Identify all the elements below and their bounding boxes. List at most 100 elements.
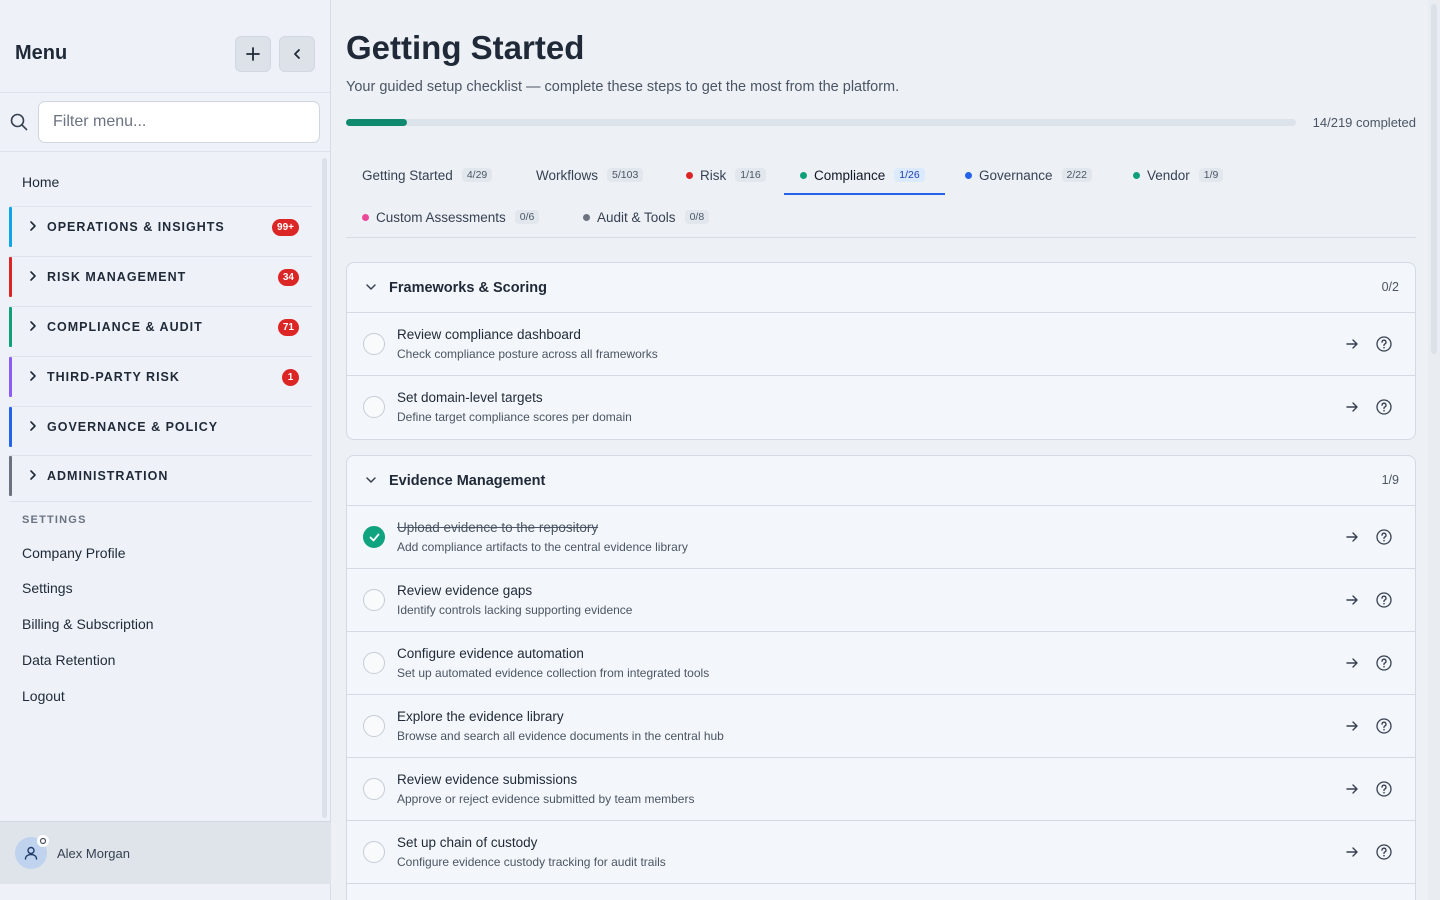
- status-dot: [965, 171, 972, 179]
- arrow-right-icon[interactable]: [1345, 719, 1359, 733]
- tab-vendor[interactable]: Vendor 1/9: [1133, 165, 1224, 185]
- arrow-right-icon[interactable]: [1345, 530, 1359, 544]
- filter-menu-input[interactable]: [38, 101, 320, 143]
- sidebar-item-data-retention[interactable]: Data Retention: [22, 652, 115, 668]
- help-circle-icon[interactable]: [1375, 780, 1393, 798]
- item-title: Set domain-level targets: [397, 390, 543, 405]
- sidebar: Menu Home OPERATIONS & INSIGHTS 99+ RISK…: [0, 0, 331, 900]
- tab-label: Compliance: [814, 167, 886, 183]
- item-title: Review compliance dashboard: [397, 327, 581, 342]
- progress-text: 14/219 completed: [1312, 115, 1416, 130]
- main-scrollbar[interactable]: [1428, 0, 1440, 900]
- checklist-item: Set up chain of custody Configure eviden…: [347, 821, 1415, 884]
- status-dot: [362, 213, 369, 221]
- chevron-down-icon: [366, 284, 376, 290]
- checkbox[interactable]: [363, 652, 385, 674]
- avatar[interactable]: [15, 835, 49, 869]
- arrow-right-icon[interactable]: [1345, 593, 1359, 607]
- checklist-item: Explore the evidence library Browse and …: [347, 695, 1415, 758]
- help-circle-icon[interactable]: [1375, 843, 1393, 861]
- tab-count: 4/29: [461, 168, 493, 182]
- sidebar-title: Menu: [15, 42, 68, 64]
- arrow-right-icon[interactable]: [1345, 845, 1359, 859]
- tab-count: 5/103: [607, 168, 644, 182]
- item-description: Approve or reject evidence submitted by …: [397, 792, 695, 806]
- arrow-right-icon[interactable]: [1345, 400, 1359, 414]
- group-title: Evidence Management: [389, 473, 546, 489]
- progress-bar: [346, 119, 1296, 126]
- sidebar-section-administration[interactable]: ADMINISTRATION: [9, 456, 312, 496]
- group-title: Frameworks & Scoring: [389, 280, 547, 296]
- arrow-right-icon[interactable]: [1345, 656, 1359, 670]
- scrollbar-thumb[interactable]: [1431, 4, 1437, 354]
- tab-custom-assessments[interactable]: Custom Assessments 0/6: [362, 207, 540, 227]
- sidebar-section-governance-policy[interactable]: GOVERNANCE & POLICY: [9, 407, 312, 447]
- group-header[interactable]: Frameworks & Scoring 0/2: [347, 263, 1415, 313]
- arrow-right-icon[interactable]: [1345, 782, 1359, 796]
- sidebar-item-logout[interactable]: Logout: [22, 688, 65, 704]
- checkbox[interactable]: [363, 396, 385, 418]
- checklist-item: Set domain-level targets Define target c…: [347, 376, 1415, 439]
- tab-label: Vendor: [1147, 167, 1190, 183]
- tab-label: Risk: [700, 167, 727, 183]
- tab-audit-tools[interactable]: Audit & Tools 0/8: [583, 207, 710, 227]
- tab-workflows[interactable]: Workflows 5/103: [536, 165, 644, 185]
- user-name: Alex Morgan: [57, 846, 130, 861]
- sidebar-section-operations-insights[interactable]: OPERATIONS & INSIGHTS 99+: [9, 207, 312, 247]
- tab-label: Governance: [979, 167, 1053, 183]
- sidebar-item-settings[interactable]: Settings: [22, 580, 73, 596]
- tab-risk[interactable]: Risk 1/16: [686, 165, 766, 185]
- item-title: Explore the evidence library: [397, 709, 564, 724]
- help-circle-icon[interactable]: [1375, 654, 1393, 672]
- sidebar-scrollbar[interactable]: [322, 158, 327, 818]
- tab-label: Audit & Tools: [597, 209, 676, 225]
- item-title: Upload evidence to the repository: [397, 520, 599, 535]
- checkbox-checked[interactable]: [363, 526, 385, 548]
- checkbox[interactable]: [363, 778, 385, 800]
- item-title: Set up chain of custody: [397, 835, 538, 850]
- progress-fill: [346, 119, 407, 126]
- status-dot: [686, 171, 693, 179]
- chevron-down-icon: [366, 477, 376, 483]
- sidebar-item-home[interactable]: Home: [22, 174, 59, 190]
- sidebar-item-company-profile[interactable]: Company Profile: [22, 545, 126, 561]
- page-subtitle: Your guided setup checklist — complete t…: [346, 79, 900, 95]
- help-circle-icon[interactable]: [1375, 335, 1393, 353]
- group-header[interactable]: Evidence Management 1/9: [347, 456, 1415, 506]
- chevron-right-icon: [30, 321, 36, 331]
- section-color-bar: [9, 257, 12, 297]
- sidebar-section-third-party-risk[interactable]: THIRD-PARTY RISK 1: [9, 357, 312, 397]
- help-circle-icon[interactable]: [1375, 528, 1393, 546]
- add-button[interactable]: [235, 36, 271, 72]
- item-description: Configure evidence custody tracking for …: [397, 855, 666, 869]
- checkbox[interactable]: [363, 841, 385, 863]
- count-badge: 1: [282, 369, 299, 386]
- checkbox[interactable]: [363, 333, 385, 355]
- section-label: THIRD-PARTY RISK: [47, 370, 180, 384]
- sidebar-section-risk-management[interactable]: RISK MANAGEMENT 34: [9, 257, 312, 297]
- checkbox[interactable]: [363, 715, 385, 737]
- status-dot: [583, 213, 590, 221]
- main-content: Getting Started Your guided setup checkl…: [332, 0, 1440, 900]
- checkbox[interactable]: [363, 589, 385, 611]
- group-count: 0/2: [1381, 280, 1399, 294]
- arrow-right-icon[interactable]: [1345, 337, 1359, 351]
- help-circle-icon[interactable]: [1375, 398, 1393, 416]
- collapse-sidebar-button[interactable]: [279, 36, 315, 72]
- sidebar-item-billing[interactable]: Billing & Subscription: [22, 616, 154, 632]
- tab-getting-started[interactable]: Getting Started 4/29: [362, 165, 493, 185]
- help-circle-icon[interactable]: [1375, 591, 1393, 609]
- checklist-group-frameworks-scoring: Frameworks & Scoring 0/2 Review complian…: [346, 262, 1416, 440]
- active-tab-indicator: [784, 193, 945, 195]
- tab-label: Workflows: [536, 167, 599, 183]
- tab-compliance[interactable]: Compliance 1/26: [800, 165, 925, 185]
- item-title: Configure evidence automation: [397, 646, 584, 661]
- tab-governance[interactable]: Governance 2/22: [965, 165, 1092, 185]
- search-icon: [10, 113, 28, 131]
- page-title: Getting Started: [346, 29, 585, 66]
- tabs-divider: [346, 237, 1416, 238]
- tab-label: Getting Started: [362, 167, 453, 183]
- section-color-bar: [9, 407, 12, 447]
- help-circle-icon[interactable]: [1375, 717, 1393, 735]
- sidebar-section-compliance-audit[interactable]: COMPLIANCE & AUDIT 71: [9, 307, 312, 347]
